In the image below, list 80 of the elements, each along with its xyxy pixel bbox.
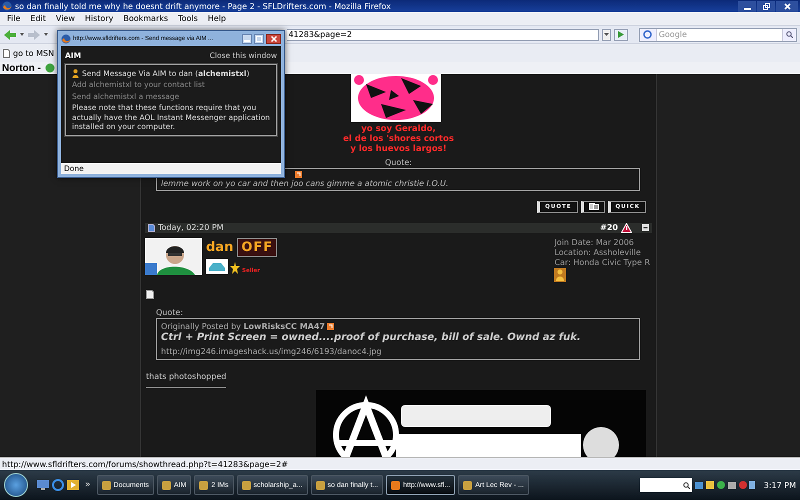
star-figure-icon	[230, 262, 240, 274]
quote-author: Originally Posted by LowRisksCC MA47	[161, 322, 325, 331]
window-icon	[162, 480, 171, 490]
overflow-chevron[interactable]: »	[85, 480, 91, 490]
desktop-icon[interactable]	[37, 480, 49, 490]
search-engine-icon[interactable]	[643, 30, 652, 39]
clock[interactable]: 3:17 PM	[764, 480, 796, 490]
location: Location: Assholeville	[554, 248, 641, 257]
offline-badge: OFF	[237, 238, 278, 257]
restore-icon	[762, 2, 770, 10]
document-icon	[146, 290, 154, 299]
view-post-icon[interactable]	[295, 170, 302, 178]
window-icon	[199, 480, 208, 490]
bookmark-link[interactable]: go to MSN	[3, 48, 54, 58]
address-field[interactable]: 41283&page=2	[287, 28, 600, 40]
post-message: thats photoshopped	[146, 372, 228, 381]
close-button[interactable]	[776, 0, 798, 12]
view-post-icon[interactable]	[327, 322, 334, 330]
search-button[interactable]	[782, 28, 796, 40]
search-icon	[786, 31, 793, 38]
search-field[interactable]	[640, 478, 692, 492]
post-number[interactable]: #20	[600, 223, 618, 232]
menu-item[interactable]: Help	[202, 14, 232, 23]
post-icon	[148, 224, 155, 232]
maximize-button[interactable]	[254, 34, 264, 44]
restore-button[interactable]	[757, 0, 775, 12]
quote-link[interactable]: http://img246.imageshack.us/img246/6193/danoc4.jpg	[161, 346, 635, 356]
username[interactable]: dan	[206, 240, 234, 255]
quote-text: lemme work on yo car and then joo cans gimme a atomic christie I.O.U.	[161, 178, 448, 188]
status-text: http://www.sfldrifters.com/forums/showthread.php?t=41283&page=2#	[2, 460, 288, 469]
minimize-button[interactable]	[738, 0, 756, 12]
firefox-icon	[2, 1, 12, 11]
tray-icons-drawing[interactable]	[694, 480, 755, 490]
go-button[interactable]	[614, 28, 628, 40]
pages-icon	[588, 203, 598, 210]
join-date: Join Date: Mar 2006	[554, 238, 634, 247]
close-icon	[784, 2, 790, 10]
window-icon	[463, 480, 472, 490]
search-field[interactable]: Google	[638, 28, 797, 42]
menu-item[interactable]: View	[50, 14, 80, 23]
quote-label: Quote:	[384, 158, 412, 167]
close-icon	[270, 36, 276, 42]
multiquote-button[interactable]	[580, 200, 604, 213]
dropdown-caret-icon[interactable]	[44, 33, 48, 36]
play-arrow-icon	[618, 31, 624, 38]
caret-icon	[604, 33, 610, 36]
media-icon[interactable]	[67, 480, 79, 490]
search-input[interactable]: Google	[656, 30, 782, 39]
menu-item[interactable]: History	[80, 14, 118, 23]
maximize-icon	[256, 36, 262, 42]
collapse-icon[interactable]	[642, 224, 649, 232]
menu-item[interactable]: Bookmarks	[118, 14, 174, 23]
menu-item[interactable]: File	[2, 14, 26, 23]
page-icon	[3, 48, 10, 58]
circle-icon[interactable]	[44, 63, 55, 73]
image-caption: yo soy Geraldo, el de los 'shores cortos y los huevos largos!	[343, 124, 454, 155]
window-title: so dan finally told me why he doesnt drift anymore - Page 2 - SFLDrifters.com - Mozilla Firefox	[15, 2, 392, 10]
close-button[interactable]	[266, 34, 281, 44]
aim-icon[interactable]	[554, 268, 566, 282]
firefox-icon	[61, 34, 71, 44]
browser-icon[interactable]	[52, 479, 64, 492]
search-icon	[682, 482, 690, 489]
car-info: Car: Honda Civic Type R	[554, 258, 650, 267]
start-button[interactable]	[4, 473, 28, 498]
person-icon	[72, 69, 79, 78]
window-icon	[242, 480, 250, 490]
post-date: Today, 02:20 PM	[158, 223, 224, 232]
window-icon	[391, 480, 400, 490]
quote-text: Ctrl + Print Screen = owned....proof of purchase, bill of sale. Ownd az fuk.	[161, 332, 582, 343]
avatar	[145, 238, 202, 275]
window-icon	[102, 480, 111, 490]
toolbar-brand[interactable]: Norton -	[2, 62, 41, 74]
dropdown-caret-icon[interactable]	[20, 33, 24, 36]
menu-item[interactable]: Tools	[173, 14, 203, 23]
history-dropdown-button[interactable]	[602, 28, 611, 40]
menu-item[interactable]: Edit	[25, 14, 51, 23]
car-badge-icon	[206, 258, 228, 274]
window-icon	[316, 480, 325, 490]
quote-label: Quote:	[156, 308, 184, 317]
warning-icon[interactable]	[621, 222, 632, 233]
